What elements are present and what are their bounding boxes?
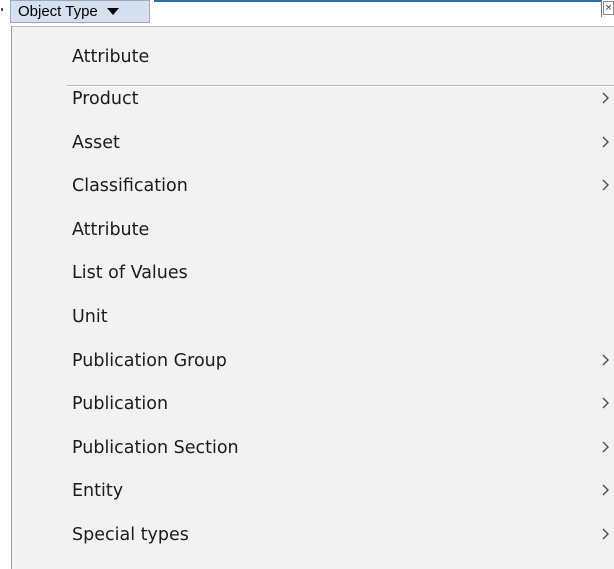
menu-item-label: Attribute [72,219,150,240]
menu-item-label: Unit [72,307,108,327]
menu-item-label: Classification [72,176,188,197]
menu-item-label: Product [72,89,139,109]
chevron-right-icon [602,92,609,104]
filter-toolbar: Object Type × [0,0,614,26]
object-type-dropdown-label: Object Type [18,3,98,20]
chevron-right-icon [602,484,609,496]
chevron-right-icon [602,354,609,366]
filter-input-field[interactable] [154,0,602,17]
menu-item-entity[interactable]: Entity [12,469,614,513]
toolbar-grip [1,8,3,11]
chevron-right-icon [602,528,609,540]
close-icon[interactable]: × [603,1,614,15]
menu-item-product[interactable]: Product [12,77,614,121]
caret-down-icon [106,8,119,15]
object-type-dropdown[interactable]: Object Type [10,0,150,23]
chevron-right-icon [602,136,609,148]
menu-item-label: Special types [72,525,189,545]
menu-item-label: Attribute [72,47,150,67]
object-type-picker: Object Type × Attribute Product Asset Clas… [0,0,614,569]
menu-item-list-of-values[interactable]: List of Values [12,251,614,295]
menu-item-publication-group[interactable]: Publication Group [12,339,614,383]
menu-item-asset[interactable]: Asset [12,121,614,165]
menu-item-label: Publication Group [72,350,227,371]
menu-item-label: Entity [72,481,124,502]
menu-item-special-types[interactable]: Special types [12,513,614,557]
menu-item-unit[interactable]: Unit [12,295,614,339]
menu-item-attribute[interactable]: Attribute [12,208,614,252]
chevron-right-icon [602,441,609,453]
menu-item-header-attribute[interactable]: Attribute [12,35,614,79]
menu-item-label: List of Values [72,263,188,284]
menu-item-label: Publication Section [72,437,239,458]
menu-item-classification[interactable]: Classification [12,164,614,208]
menu-item-label: Asset [72,132,120,153]
menu-item-publication[interactable]: Publication [12,382,614,426]
menu-item-publication-section[interactable]: Publication Section [12,426,614,470]
menu-item-label: Publication [72,394,169,415]
chevron-right-icon [602,179,609,191]
chevron-right-icon [602,397,609,409]
object-type-menu: Attribute Product Asset Classification Attr… [11,26,614,569]
